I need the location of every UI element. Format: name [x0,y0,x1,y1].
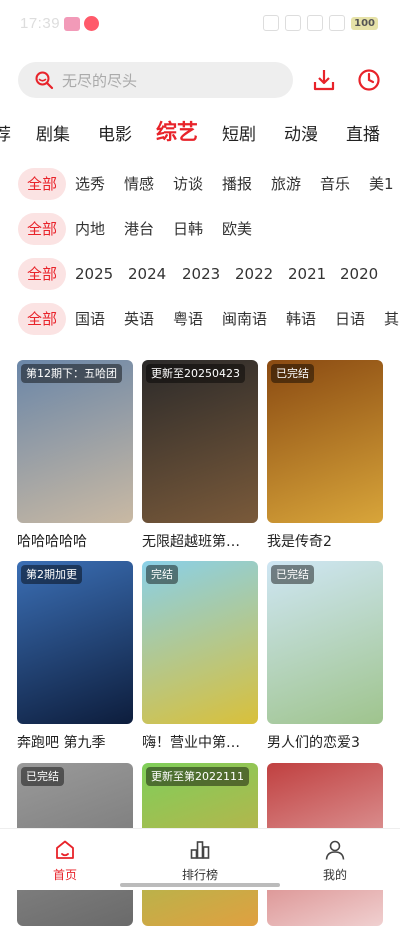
filter-chip[interactable]: 日韩 [173,213,203,245]
nav-home[interactable]: 首页 [25,839,105,883]
nav-profile-label: 我的 [322,868,347,882]
status-badge: 更新至第2022111 [146,767,249,786]
filter-chip-active[interactable]: 全部 [18,303,66,335]
home-icon [56,840,74,859]
tab-recommend[interactable]: 荐 [0,120,11,145]
show-card[interactable]: 更新至20250423 无限超越班第… [142,360,258,551]
download-icon[interactable] [312,68,336,92]
status-badge: 第2期加更 [21,565,82,584]
filter-chip[interactable]: 音乐 [320,168,350,200]
bottom-nav: 首页 排行榜 我的 [0,828,400,890]
filter-year-row: 全部 2025 2024 2023 2022 2021 2020 [0,258,400,294]
history-icon[interactable] [357,68,381,92]
filter-chip[interactable]: 2025 [75,258,113,290]
filter-chip[interactable]: 2021 [288,258,326,290]
status-indicators: 100 [263,15,378,31]
filter-chip[interactable]: 美1 [369,168,394,200]
filter-language-row: 全部 国语 英语 粤语 闽南语 韩语 日语 其 [0,303,400,339]
show-title: 嗨！营业中第… [142,735,240,751]
show-poster: 第12期下：五哈团 [17,360,133,523]
show-poster: 第2期加更 [17,561,133,724]
show-title: 男人们的恋爱3 [267,735,360,751]
status-badge: 已完结 [21,767,64,786]
signal-icon [307,15,324,31]
filter-chip[interactable]: 韩语 [286,303,316,335]
status-badge: 已完结 [271,364,314,383]
chart-icon [190,841,210,859]
filter-chip[interactable]: 欧美 [222,213,252,245]
filter-chip[interactable]: 2020 [340,258,378,290]
filter-chip[interactable]: 2024 [128,258,166,290]
show-card[interactable]: 已完结 男人们的恋爱3 [267,561,383,752]
show-card[interactable]: 完结 嗨！营业中第… [142,561,258,752]
filter-chip[interactable]: 选秀 [75,168,105,200]
filter-chip-active[interactable]: 全部 [18,213,66,245]
filter-chip-active[interactable]: 全部 [18,168,66,200]
status-badge: 已完结 [271,565,314,584]
filter-chip[interactable]: 闽南语 [222,303,267,335]
filter-chip[interactable]: 内地 [75,213,105,245]
show-title: 无限超越班第… [142,534,240,550]
filter-chip[interactable]: 其 [384,303,399,335]
filter-chip[interactable]: 英语 [124,303,154,335]
app-notification-icon [64,17,80,31]
status-badge: 更新至20250423 [146,364,245,383]
tab-short-drama[interactable]: 短剧 [222,120,256,145]
filter-chip[interactable]: 播报 [222,168,252,200]
filter-chip[interactable]: 情感 [124,168,154,200]
search-icon [35,71,54,90]
tab-series[interactable]: 剧集 [36,120,70,145]
show-title: 奔跑吧 第九季 [17,735,106,751]
home-indicator[interactable] [120,883,280,887]
status-time: 17:39 [20,15,61,32]
filter-genre-row: 全部 选秀 情感 访谈 播报 旅游 音乐 美1 [0,168,400,204]
tab-live[interactable]: 直播 [346,120,380,145]
category-tabs: 荐 剧集 电影 综艺 短剧 动漫 直播 [0,112,400,152]
filter-chip[interactable]: 2022 [235,258,273,290]
nav-home-label: 首页 [52,868,77,882]
filter-chip[interactable]: 旅游 [271,168,301,200]
show-poster: 已完结 [267,561,383,724]
filter-chip[interactable]: 港台 [124,213,154,245]
wifi-icon [329,15,346,31]
status-badge: 完结 [146,565,178,584]
user-icon [325,840,345,860]
status-bar: 17:39 100 [0,0,400,50]
tab-anime[interactable]: 动漫 [284,120,318,145]
vibrate-icon [285,15,302,31]
filter-chip[interactable]: 访谈 [173,168,203,200]
show-title: 我是传奇2 [267,534,332,550]
nfc-icon [263,15,280,31]
show-card[interactable]: 第12期下：五哈团 哈哈哈哈哈 [17,360,133,551]
filter-chip[interactable]: 2023 [182,258,220,290]
music-app-notification-icon [84,16,99,31]
filter-chip[interactable]: 日语 [335,303,365,335]
filter-chip-active[interactable]: 全部 [18,258,66,290]
status-badge: 第12期下：五哈团 [21,364,122,383]
show-poster: 完结 [142,561,258,724]
filter-region-row: 全部 内地 港台 日韩 欧美 [0,213,400,249]
show-card[interactable]: 已完结 我是传奇2 [267,360,383,551]
battery-indicator: 100 [351,16,378,30]
nav-ranking-label: 排行榜 [181,868,218,882]
show-title: 哈哈哈哈哈 [17,534,87,550]
show-poster: 更新至20250423 [142,360,258,523]
nav-ranking[interactable]: 排行榜 [160,839,240,883]
nav-profile[interactable]: 我的 [295,839,375,883]
tab-variety[interactable]: 综艺 [156,116,198,146]
search-input[interactable]: 无尽的尽头 [62,70,137,91]
filter-chip[interactable]: 国语 [75,303,105,335]
filter-chip[interactable]: 粤语 [173,303,203,335]
show-card[interactable]: 第2期加更 奔跑吧 第九季 [17,561,133,752]
search-bar[interactable]: 无尽的尽头 [18,62,293,98]
show-poster: 已完结 [267,360,383,523]
tab-movies[interactable]: 电影 [98,120,132,145]
